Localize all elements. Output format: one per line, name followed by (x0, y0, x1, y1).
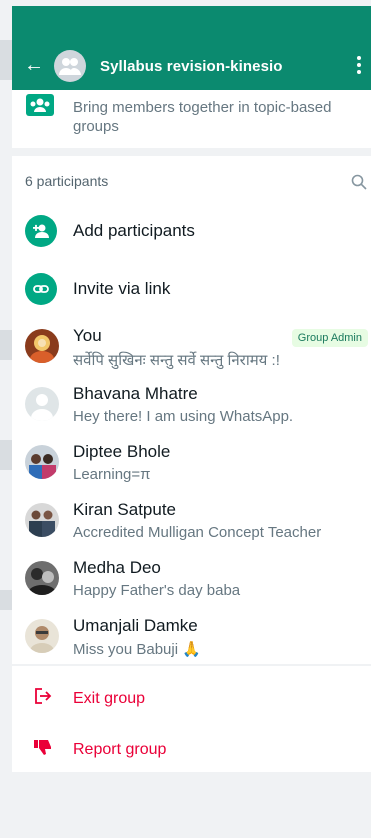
community-description: Bring members together in topic-based gr… (73, 99, 332, 135)
report-group-label: Report group (73, 741, 167, 758)
member-status: सर्वेपि सुखिनः सन्तु सर्वे सन्तु निरामय … (73, 352, 280, 369)
add-participants-button[interactable]: Add participants (12, 206, 371, 256)
member-name: Bhavana Mhatre (73, 384, 198, 403)
back-arrow-icon[interactable]: ← (24, 55, 44, 75)
participants-panel: 6 participants Add participants Invite v… (12, 156, 371, 664)
group-title[interactable]: Syllabus revision-kinesio (100, 58, 283, 75)
invite-via-link-button[interactable]: Invite via link (12, 264, 371, 314)
member-status: Accredited Mulligan Concept Teacher (73, 524, 322, 541)
member-avatar (25, 445, 59, 479)
thumbs-down-icon (34, 740, 51, 755)
member-avatar (25, 619, 59, 653)
member-name: Kiran Satpute (73, 500, 177, 519)
member-row[interactable]: Umanjali Damke Miss you Babuji 🙏 (12, 610, 371, 668)
search-icon[interactable] (351, 174, 367, 190)
member-status: Happy Father's day baba (73, 582, 241, 599)
member-status: Hey there! I am using WhatsApp. (73, 408, 294, 425)
group-danger-section: Exit group Report group (12, 666, 371, 772)
exit-icon (35, 688, 52, 704)
member-name: You (73, 326, 102, 345)
member-status: Miss you Babuji 🙏 (73, 641, 201, 658)
member-avatar (25, 561, 59, 595)
screen: ← Syllabus revision-kinesio Bring member… (0, 0, 371, 838)
group-icon (59, 58, 81, 75)
member-status: Learning=π (73, 466, 151, 483)
add-person-icon (25, 215, 57, 247)
group-admin-badge: Group Admin (291, 329, 368, 347)
member-row[interactable]: Kiran Satpute Accredited Mulligan Concep… (12, 494, 371, 552)
exit-group-button[interactable]: Exit group (12, 672, 371, 722)
backdrop-strip (0, 590, 12, 610)
group-header: ← Syllabus revision-kinesio (12, 6, 371, 90)
backdrop-strip (0, 330, 12, 360)
community-section[interactable]: Bring members together in topic-based gr… (12, 90, 371, 148)
add-participants-label: Add participants (73, 221, 195, 240)
member-row[interactable]: Bhavana Mhatre Hey there! I am using Wha… (12, 378, 371, 436)
backdrop-strip (0, 440, 12, 470)
more-options-icon[interactable] (357, 56, 361, 77)
backdrop-strip (0, 40, 12, 80)
participants-count: 6 participants (25, 173, 109, 189)
member-avatar (25, 329, 59, 363)
report-group-button[interactable]: Report group (12, 723, 371, 773)
member-name: Diptee Bhole (73, 442, 171, 461)
link-icon (25, 273, 57, 305)
group-avatar[interactable] (54, 50, 86, 82)
community-icon (26, 94, 54, 116)
member-name: Medha Deo (73, 558, 161, 577)
member-row[interactable]: Diptee Bhole Learning=π (12, 436, 371, 494)
member-row[interactable]: Medha Deo Happy Father's day baba (12, 552, 371, 610)
member-avatar (25, 387, 59, 421)
member-avatar (25, 503, 59, 537)
exit-group-label: Exit group (73, 690, 146, 707)
member-row[interactable]: You सर्वेपि सुखिनः सन्तु सर्वे सन्तु निर… (12, 320, 371, 378)
invite-via-link-label: Invite via link (73, 279, 171, 298)
member-name: Umanjali Damke (73, 616, 198, 635)
